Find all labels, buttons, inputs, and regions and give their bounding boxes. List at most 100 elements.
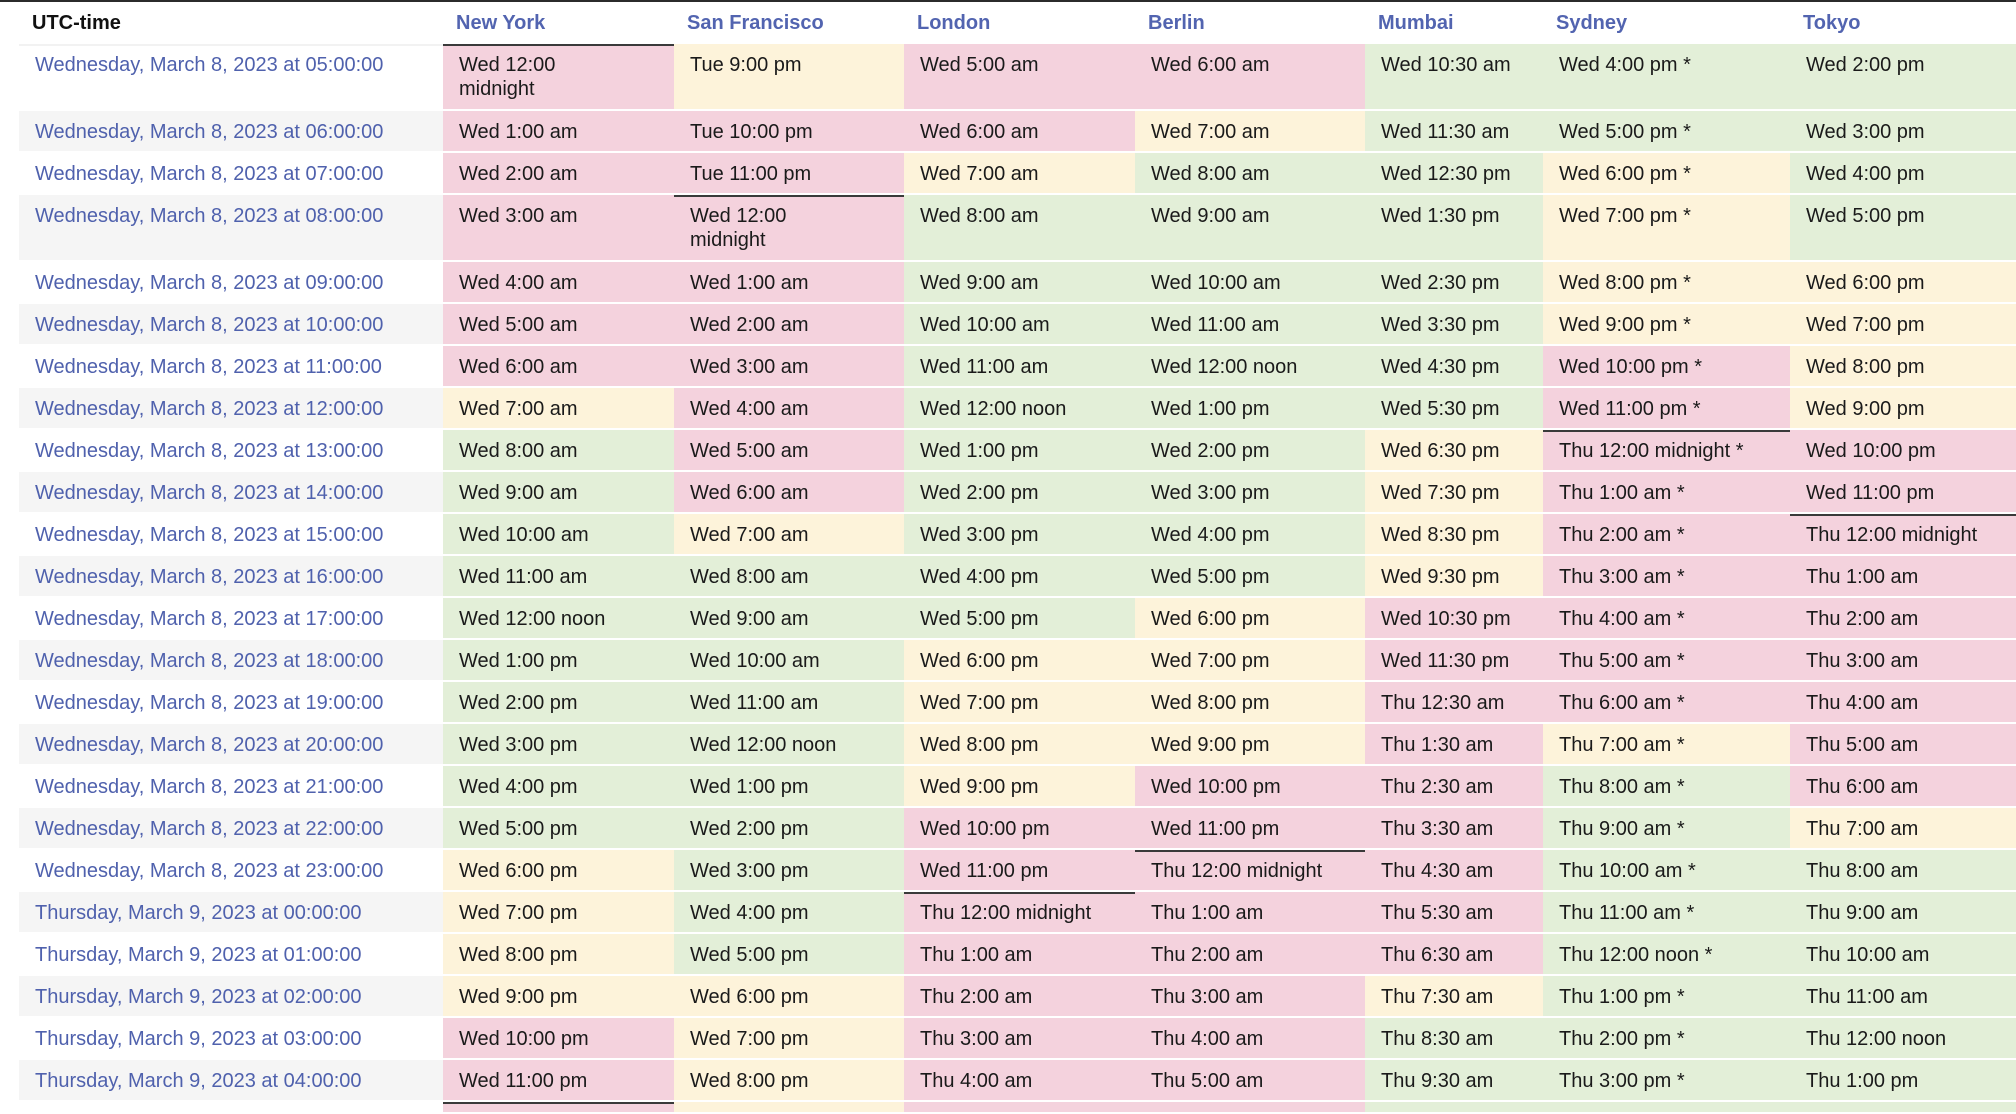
city-header-london[interactable]: London — [904, 4, 1135, 42]
local-time: Wed 5:00 pm — [1151, 566, 1270, 588]
local-time: Thu 7:00 am — [1806, 818, 1919, 840]
local-time: Wed 4:00 am — [690, 398, 809, 420]
time-cell-sydney: Thu 2:00 pm * — [1543, 1018, 1790, 1058]
utc-time-link[interactable]: Wednesday, March 8, 2023 at 13:00:00 — [19, 430, 443, 470]
utc-time-link[interactable] — [19, 1102, 443, 1112]
table-row: Wednesday, March 8, 2023 at 22:00:00 Wed … — [19, 808, 2016, 848]
table-row: Wednesday, March 8, 2023 at 12:00:00 Wed … — [19, 388, 2016, 428]
utc-time-link[interactable]: Wednesday, March 8, 2023 at 20:00:00 — [19, 724, 443, 764]
time-cell-new-york: Wed 4:00 pm — [443, 766, 674, 806]
local-time: Wed 1:00 pm — [920, 440, 1039, 462]
time-cell-san-francisco: Wed 8:00 am — [674, 556, 904, 596]
utc-time-link[interactable]: Wednesday, March 8, 2023 at 10:00:00 — [19, 304, 443, 344]
local-time: Wed 10:00 am — [690, 650, 820, 672]
time-cell-berlin: Wed 11:00 am — [1135, 304, 1365, 344]
local-time: Wed 6:00 am — [459, 356, 578, 378]
time-cell-berlin: Wed 10:00 pm — [1135, 766, 1365, 806]
local-time: Wed 4:00 am — [459, 272, 578, 294]
local-time: Wed 4:00 pm — [920, 566, 1039, 588]
time-cell-tokyo: Thu 12:00 midnight — [1790, 514, 2016, 554]
time-cell-tokyo: Thu 1:00 am — [1790, 556, 2016, 596]
utc-time-link[interactable]: Wednesday, March 8, 2023 at 17:00:00 — [19, 598, 443, 638]
local-time: Wed 6:00 pm — [690, 986, 809, 1008]
local-time: Thu 12:30 am — [1381, 692, 1505, 714]
local-time: Thu 4:00 am — [1806, 692, 1919, 714]
table-row: Wednesday, March 8, 2023 at 17:00:00 Wed … — [19, 598, 2016, 638]
time-cell-tokyo: Thu 6:00 am — [1790, 766, 2016, 806]
local-time: Thu 9:00 am * — [1559, 818, 1685, 840]
utc-time-link[interactable]: Wednesday, March 8, 2023 at 14:00:00 — [19, 472, 443, 512]
utc-time-link[interactable]: Thursday, March 9, 2023 at 01:00:00 — [19, 934, 443, 974]
utc-time-link[interactable]: Wednesday, March 8, 2023 at 08:00:00 — [19, 195, 443, 260]
time-cell-berlin — [1135, 1102, 1365, 1112]
local-time: Thu 12:00 noon * — [1559, 944, 1713, 966]
local-time: Thu 12:00 midnight — [920, 902, 1092, 924]
local-time: Wed 6:00 pm — [1151, 608, 1270, 630]
time-cell-tokyo: Thu 10:00 am — [1790, 934, 2016, 974]
utc-time-link[interactable]: Thursday, March 9, 2023 at 00:00:00 — [19, 892, 443, 932]
utc-time-link[interactable]: Wednesday, March 8, 2023 at 18:00:00 — [19, 640, 443, 680]
local-time: Wed 11:00 pm — [920, 860, 1049, 882]
city-header-berlin[interactable]: Berlin — [1135, 4, 1365, 42]
city-header-sydney[interactable]: Sydney — [1543, 4, 1790, 42]
time-cell-berlin: Wed 10:00 am — [1135, 262, 1365, 302]
local-time: Wed 11:00 am — [690, 692, 819, 714]
time-cell-sydney: Thu 8:00 am * — [1543, 766, 1790, 806]
utc-time-link[interactable]: Thursday, March 9, 2023 at 03:00:00 — [19, 1018, 443, 1058]
city-header-tokyo[interactable]: Tokyo — [1790, 4, 2016, 42]
time-cell-san-francisco: Tue 10:00 pm — [674, 111, 904, 151]
local-time: Wed 9:00 pm — [1151, 734, 1270, 756]
local-time: Thu 7:30 am — [1381, 986, 1494, 1008]
local-time: Wed 8:30 pm — [1381, 524, 1500, 546]
utc-time-link[interactable]: Wednesday, March 8, 2023 at 22:00:00 — [19, 808, 443, 848]
utc-time-link[interactable]: Wednesday, March 8, 2023 at 15:00:00 — [19, 514, 443, 554]
time-cell-new-york: Wed 3:00 am — [443, 195, 674, 260]
local-time: Wed 3:00 pm — [1151, 482, 1270, 504]
time-cell-tokyo: Wed 7:00 pm — [1790, 304, 2016, 344]
local-time: Wed 5:00 am — [690, 440, 809, 462]
utc-time-link[interactable]: Wednesday, March 8, 2023 at 09:00:00 — [19, 262, 443, 302]
time-cell-mumbai: Thu 8:30 am — [1365, 1018, 1543, 1058]
local-time: Wed 5:00 pm — [1806, 205, 1925, 227]
time-cell-mumbai: Thu 1:30 am — [1365, 724, 1543, 764]
utc-time-link[interactable]: Wednesday, March 8, 2023 at 23:00:00 — [19, 850, 443, 890]
local-time: Wed 7:00 pm — [690, 1028, 809, 1050]
city-header-mumbai[interactable]: Mumbai — [1365, 4, 1543, 42]
local-time: Thu 12:00 midnight * — [1559, 440, 1744, 462]
local-time: Wed 11:30 am — [1381, 121, 1510, 143]
time-cell-tokyo: Thu 4:00 am — [1790, 682, 2016, 722]
local-time: Thu 1:00 am — [1806, 566, 1919, 588]
table-row: Wednesday, March 8, 2023 at 20:00:00 Wed … — [19, 724, 2016, 764]
utc-time-link[interactable]: Wednesday, March 8, 2023 at 12:00:00 — [19, 388, 443, 428]
time-cell-berlin: Thu 5:00 am — [1135, 1060, 1365, 1100]
utc-time-link[interactable]: Wednesday, March 8, 2023 at 06:00:00 — [19, 111, 443, 151]
local-time: Thu 3:00 am — [1151, 986, 1264, 1008]
time-cell-sydney: Thu 4:00 am * — [1543, 598, 1790, 638]
time-cell-tokyo: Wed 10:00 pm — [1790, 430, 2016, 470]
city-header-new-york[interactable]: New York — [443, 4, 674, 42]
local-time: Thu 8:00 am * — [1559, 776, 1685, 798]
time-cell-sydney: Wed 6:00 pm * — [1543, 153, 1790, 193]
utc-time-link[interactable]: Wednesday, March 8, 2023 at 11:00:00 — [19, 346, 443, 386]
local-time: Thu 2:00 am * — [1559, 524, 1685, 546]
city-header-san-francisco[interactable]: San Francisco — [674, 4, 904, 42]
local-time: Wed 7:00 pm * — [1559, 205, 1691, 227]
utc-time-link[interactable]: Wednesday, March 8, 2023 at 05:00:00 — [19, 44, 443, 109]
local-time: Wed 7:00 am — [1151, 121, 1270, 143]
time-cell-mumbai: Wed 8:30 pm — [1365, 514, 1543, 554]
time-cell-tokyo: Thu 2:00 am — [1790, 598, 2016, 638]
utc-time-link[interactable]: Wednesday, March 8, 2023 at 21:00:00 — [19, 766, 443, 806]
table-row: Wednesday, March 8, 2023 at 14:00:00 Wed … — [19, 472, 2016, 512]
utc-time-link[interactable]: Wednesday, March 8, 2023 at 07:00:00 — [19, 153, 443, 193]
utc-time-link[interactable]: Thursday, March 9, 2023 at 02:00:00 — [19, 976, 443, 1016]
local-time: Wed 10:00 pm * — [1559, 356, 1703, 378]
local-time: Thu 1:00 am — [1151, 902, 1264, 924]
utc-time-link[interactable]: Wednesday, March 8, 2023 at 19:00:00 — [19, 682, 443, 722]
local-time: Wed 4:00 pm — [1806, 163, 1925, 185]
time-cell-tokyo: Thu 5:00 am — [1790, 724, 2016, 764]
time-cell-san-francisco: Wed 1:00 am — [674, 262, 904, 302]
utc-time-link[interactable]: Wednesday, March 8, 2023 at 16:00:00 — [19, 556, 443, 596]
utc-time-link[interactable]: Thursday, March 9, 2023 at 04:00:00 — [19, 1060, 443, 1100]
table-row: Wednesday, March 8, 2023 at 09:00:00 Wed … — [19, 262, 2016, 302]
time-cell-new-york: Wed 5:00 pm — [443, 808, 674, 848]
